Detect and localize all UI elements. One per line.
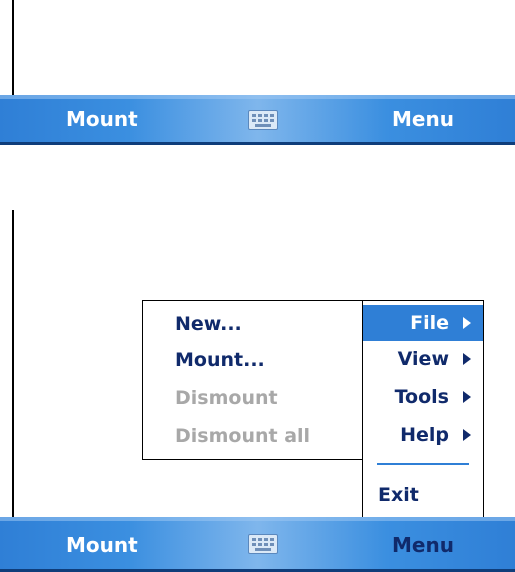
submenu-arrow-icon (463, 317, 471, 329)
menu-item-tools-label: Tools (394, 386, 449, 408)
menu-item-tools[interactable]: Tools (363, 379, 483, 415)
bottom-softkey-bar: Mount Menu (0, 517, 515, 572)
main-menu: File View Tools Help Exit (362, 300, 484, 521)
menu-item-view[interactable]: View (363, 341, 483, 377)
submenu-arrow-icon (463, 353, 471, 365)
screen-left-edge (12, 0, 14, 95)
submenu-item-new[interactable]: New... (175, 313, 242, 335)
top-softkey-bar: Mount Menu (0, 95, 515, 145)
menu-item-exit-label: Exit (378, 484, 419, 506)
menu-separator (377, 463, 469, 465)
menu-item-exit[interactable]: Exit (363, 477, 483, 513)
menu-item-file-label: File (410, 312, 449, 334)
menu-item-help-label: Help (400, 424, 449, 446)
menu-item-file[interactable]: File (363, 305, 483, 341)
keyboard-icon[interactable] (248, 110, 278, 130)
submenu-item-dismount-all: Dismount all (175, 425, 311, 447)
submenu-arrow-icon (463, 391, 471, 403)
file-submenu: New... Mount... Dismount Dismount all (142, 300, 364, 460)
submenu-arrow-icon (463, 429, 471, 441)
submenu-item-mount[interactable]: Mount... (175, 349, 265, 371)
bottom-softkey-mount[interactable]: Mount (66, 533, 138, 557)
top-softkey-mount[interactable]: Mount (66, 107, 138, 131)
submenu-item-dismount: Dismount (175, 387, 278, 409)
keyboard-icon[interactable] (248, 534, 278, 554)
top-screen: Mount Menu (0, 0, 515, 150)
top-softkey-menu[interactable]: Menu (392, 107, 454, 131)
menu-item-view-label: View (397, 348, 449, 370)
screen-left-edge (12, 210, 14, 517)
bottom-softkey-menu[interactable]: Menu (392, 533, 454, 557)
menu-item-help[interactable]: Help (363, 417, 483, 453)
